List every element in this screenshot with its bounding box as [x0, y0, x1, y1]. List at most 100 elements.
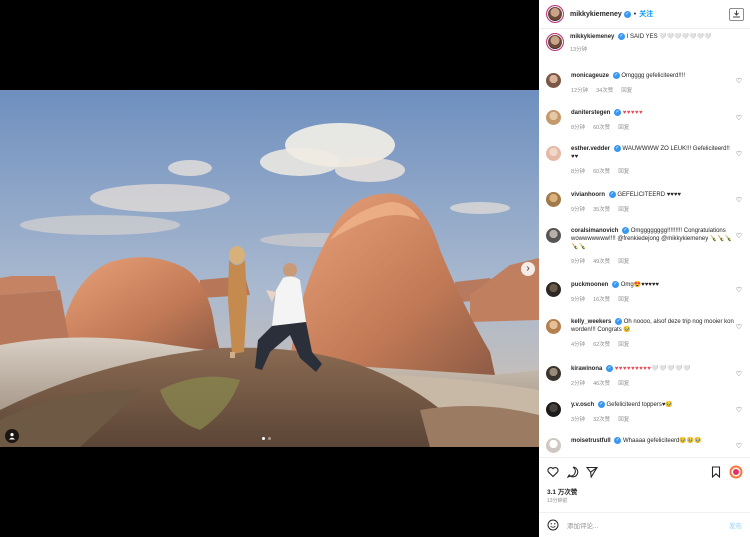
- comment-likes[interactable]: 46次赞: [593, 381, 610, 387]
- verified-icon: ✓: [608, 191, 616, 198]
- avatar[interactable]: [546, 366, 561, 381]
- verified-icon: ✓: [622, 227, 630, 234]
- verified-icon: ✓: [597, 401, 605, 408]
- comment-username[interactable]: kelly_weekers: [571, 319, 611, 325]
- reply-button[interactable]: 回复: [618, 125, 629, 131]
- reply-button[interactable]: 回复: [621, 88, 632, 94]
- comment-item: y.v.osch ✓ Gefeliciteerd toppers♥🥹 3分钟 32…: [546, 401, 744, 424]
- heart-icon[interactable]: ♡: [736, 323, 742, 331]
- comment-likes[interactable]: 49次赞: [593, 259, 610, 265]
- comment-icon[interactable]: [567, 466, 579, 478]
- add-comment-bar: 添加评论... 发布: [539, 512, 750, 537]
- heart-icon[interactable]: ♡: [736, 232, 742, 240]
- avatar[interactable]: [546, 438, 561, 453]
- post-photo[interactable]: [0, 90, 539, 447]
- comment-text: ♥♥♥♥♥♥♥♥♥🤍🤍🤍🤍🤍: [614, 366, 692, 373]
- username-link[interactable]: mikkykiemeney: [570, 11, 622, 18]
- comment-input[interactable]: 添加评论...: [567, 520, 729, 530]
- avatar[interactable]: [546, 402, 561, 417]
- reels-icon[interactable]: [729, 465, 743, 479]
- comment-username[interactable]: esther.vedder: [571, 146, 610, 152]
- caption-text: I SAID YES 🤍🤍🤍🤍🤍🤍🤍: [626, 34, 712, 41]
- likes-count[interactable]: 3.1 万次赞: [547, 486, 577, 496]
- download-button[interactable]: [729, 7, 744, 21]
- carousel-dot-active: [262, 437, 265, 440]
- comment-likes[interactable]: 60次赞: [593, 169, 610, 175]
- comment-item: esther.vedder ✓ WAUWWWW ZO LEUK!!! Gefel…: [546, 145, 744, 176]
- heart-icon[interactable]: [547, 466, 559, 478]
- comment-likes[interactable]: 35次赞: [593, 207, 610, 213]
- separator-dot: •: [633, 10, 637, 18]
- comment-likes[interactable]: 32次赞: [593, 417, 610, 423]
- heart-icon[interactable]: ♡: [736, 442, 742, 450]
- comment-username[interactable]: vivianhoorn: [571, 192, 605, 198]
- download-icon: [733, 10, 740, 18]
- next-photo-button[interactable]: ›: [521, 262, 535, 276]
- reply-button[interactable]: 回复: [618, 417, 629, 423]
- avatar[interactable]: [546, 5, 564, 23]
- reply-button[interactable]: 回复: [618, 342, 629, 348]
- comment-time: 9分钟: [571, 297, 586, 304]
- heart-icon[interactable]: ♡: [736, 370, 742, 378]
- comment-username[interactable]: y.v.osch: [571, 402, 594, 408]
- reply-button[interactable]: 回复: [618, 169, 629, 175]
- heart-icon[interactable]: ♡: [736, 286, 742, 294]
- carousel-indicator: [262, 437, 271, 440]
- reply-button[interactable]: 回复: [618, 207, 629, 213]
- caption-username[interactable]: mikkykiemeney: [570, 34, 614, 40]
- post-comment-button[interactable]: 发布: [729, 520, 742, 530]
- comment-username[interactable]: moisetrustfull: [571, 438, 611, 444]
- avatar[interactable]: [546, 282, 561, 297]
- comment-time: 8分钟: [571, 125, 586, 132]
- comment-likes[interactable]: 16次赞: [593, 297, 610, 303]
- reply-button[interactable]: 回复: [618, 297, 629, 303]
- comment-text: ♥♥♥♥♥: [622, 110, 643, 117]
- avatar[interactable]: [546, 319, 561, 334]
- follow-button[interactable]: 关注: [639, 9, 653, 19]
- comment-username[interactable]: puckmoonen: [571, 282, 608, 288]
- share-icon[interactable]: [586, 466, 598, 478]
- comment-time: 3分钟: [571, 417, 586, 424]
- reply-button[interactable]: 回复: [618, 381, 629, 387]
- verified-icon: ✓: [614, 109, 622, 116]
- comment-time: 9分钟: [571, 207, 586, 214]
- heart-icon[interactable]: ♡: [736, 150, 742, 158]
- comment-username[interactable]: monicageuze: [571, 73, 609, 79]
- comment-item: coralsimanovich ✓ Omgggggggg!!!!!!!!! Co…: [546, 227, 744, 266]
- avatar[interactable]: [546, 192, 561, 207]
- verified-icon: ✓: [606, 365, 614, 372]
- verified-icon: ✓: [618, 33, 626, 40]
- comment-text: Omgggg gefeliciteerd!!!!: [621, 73, 686, 80]
- heart-icon[interactable]: ♡: [736, 406, 742, 414]
- post-actions-bar: [539, 457, 750, 487]
- comment-likes[interactable]: 62次赞: [593, 342, 610, 348]
- heart-icon[interactable]: ♡: [736, 114, 742, 122]
- emoji-icon[interactable]: [547, 519, 559, 531]
- comment-time: 8分钟: [571, 169, 586, 176]
- comment-username[interactable]: coralsimanovich: [571, 228, 618, 234]
- avatar[interactable]: [546, 146, 561, 161]
- verified-icon: ✓: [612, 281, 620, 288]
- comment-username[interactable]: kirawinona: [571, 366, 602, 372]
- comment-username[interactable]: daniterstegen: [571, 110, 610, 116]
- avatar[interactable]: [546, 73, 561, 88]
- post-header: mikkykiemeney ✓ • 关注: [539, 0, 750, 29]
- comment-item: moisetrustfull ✓ Whaaaa gefeliciteerd🥹🥹🥹…: [546, 437, 744, 453]
- comment-likes[interactable]: 34次赞: [596, 88, 613, 94]
- comment-text: Omg😍♥♥♥♥♥: [620, 282, 659, 289]
- comment-time: 12分钟: [571, 88, 589, 95]
- heart-icon[interactable]: ♡: [736, 196, 742, 204]
- comment-text: Whaaaa gefeliciteerd🥹🥹🥹: [623, 438, 702, 445]
- heart-icon[interactable]: ♡: [736, 77, 742, 85]
- avatar[interactable]: [546, 33, 564, 51]
- post-media: ›: [0, 0, 539, 537]
- comment-likes[interactable]: 60次赞: [593, 125, 610, 131]
- bookmark-icon[interactable]: [710, 466, 722, 478]
- avatar[interactable]: [546, 110, 561, 125]
- avatar[interactable]: [546, 228, 561, 243]
- reply-button[interactable]: 回复: [618, 259, 629, 265]
- comment-item: puckmoonen ✓ Omg😍♥♥♥♥♥ 9分钟 16次赞 回复 ♡: [546, 281, 744, 304]
- tagged-users-button[interactable]: [5, 429, 19, 443]
- proposal-photo-illustration: [0, 90, 539, 447]
- comment-time: 9分钟: [571, 259, 586, 266]
